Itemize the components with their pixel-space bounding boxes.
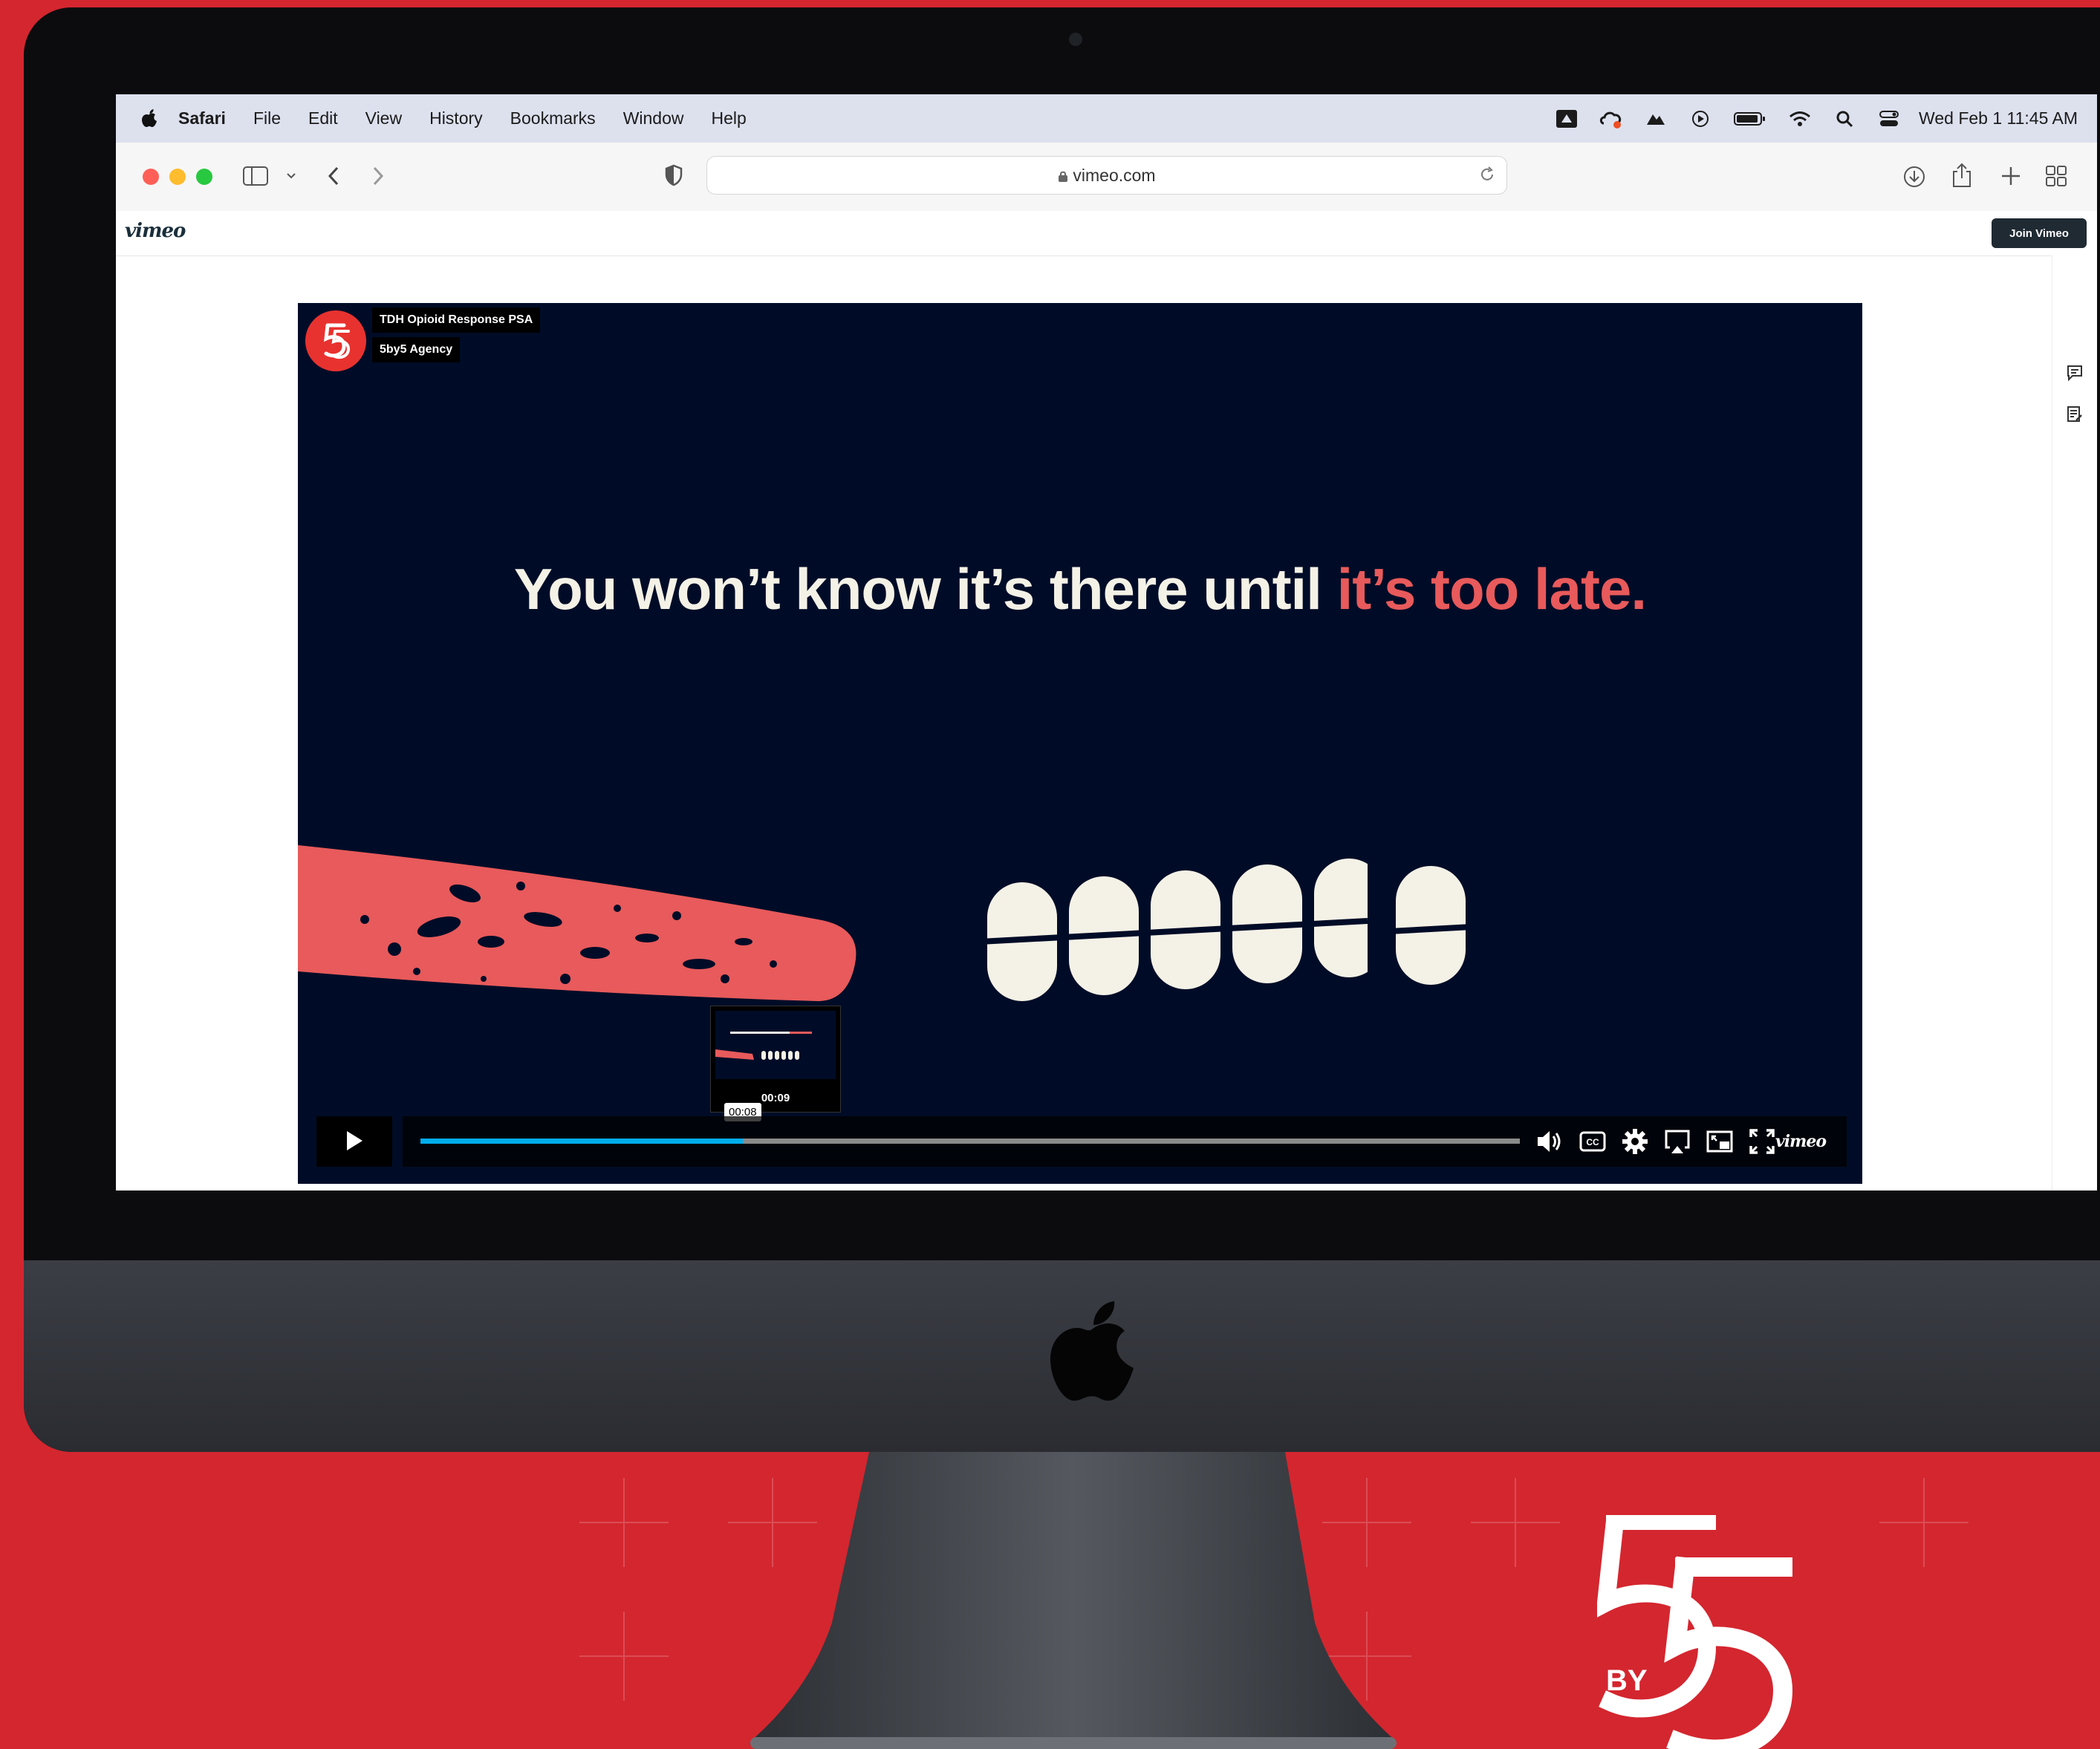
menu-app-safari[interactable]: Safari — [178, 108, 226, 128]
creative-cloud-icon[interactable] — [1599, 108, 1623, 129]
menu-history[interactable]: History — [429, 108, 483, 128]
fullscreen-icon[interactable] — [1747, 1127, 1777, 1156]
minimize-window-button[interactable] — [169, 169, 186, 185]
side-panel — [2052, 255, 2097, 1191]
settings-gear-icon[interactable] — [1620, 1127, 1650, 1156]
headline-main: You won’t know it’s there until — [513, 556, 1337, 622]
preview-thumbnail — [715, 1011, 836, 1079]
vimeo-logo[interactable]: vimeo — [125, 220, 186, 242]
5by5-logo: BY — [1597, 1515, 1793, 1749]
comment-icon[interactable] — [2066, 364, 2084, 382]
apple-menu-icon[interactable] — [141, 108, 157, 128]
imac-stand — [750, 1452, 1397, 1749]
drive-icon[interactable] — [1555, 108, 1579, 129]
airplay-icon[interactable] — [1662, 1127, 1692, 1156]
play-circle-icon[interactable] — [1688, 108, 1712, 129]
menu-file[interactable]: File — [253, 108, 281, 128]
headline-accent: it’s too late. — [1336, 556, 1647, 622]
background-pattern — [579, 1612, 669, 1701]
channel-avatar[interactable] — [305, 310, 366, 371]
reload-icon[interactable] — [1478, 166, 1496, 183]
back-button-icon[interactable] — [325, 165, 342, 187]
background-pattern — [1471, 1478, 1560, 1567]
downloads-icon[interactable] — [1902, 164, 1927, 189]
safari-toolbar: vimeo.com — [116, 143, 2097, 212]
vimeo-header: vimeo Join Vimeo — [116, 211, 2097, 256]
control-center-icon[interactable] — [1877, 108, 1901, 129]
close-window-button[interactable] — [143, 169, 159, 185]
screen: Safari File Edit View History Bookmarks … — [116, 94, 2097, 1191]
join-vimeo-button[interactable]: Join Vimeo — [1992, 218, 2087, 248]
menu-edit[interactable]: Edit — [308, 108, 338, 128]
preview-thumbnail-image — [715, 1032, 812, 1060]
scrub-preview: 00:09 — [710, 1006, 841, 1113]
channel-name[interactable]: 5by5 Agency — [372, 337, 461, 362]
progress-played — [420, 1139, 743, 1144]
brand-by: BY — [1606, 1664, 1648, 1697]
share-icon[interactable] — [1951, 162, 1973, 189]
forward-button-icon[interactable] — [370, 165, 386, 187]
battery-icon[interactable] — [1733, 108, 1767, 129]
pill-illustration-end — [1389, 866, 1472, 985]
menu-help[interactable]: Help — [712, 108, 747, 128]
address-bar[interactable]: vimeo.com — [706, 156, 1507, 195]
chevron-down-icon[interactable] — [285, 171, 297, 181]
wifi-icon[interactable] — [1788, 108, 1812, 129]
address-bar-content: vimeo.com — [707, 166, 1506, 186]
play-icon — [347, 1130, 363, 1150]
background-pattern — [1879, 1478, 1969, 1567]
svg-text:CC: CC — [1586, 1137, 1599, 1147]
video-player[interactable]: TDH Opioid Response PSA 5by5 Agency You … — [298, 303, 1862, 1184]
menu-datetime[interactable]: Wed Feb 1 11:45 AM — [1919, 108, 2078, 128]
background-pattern — [579, 1478, 669, 1567]
volume-icon[interactable] — [1535, 1127, 1564, 1156]
closed-captions-icon[interactable]: CC — [1578, 1127, 1607, 1156]
menu-bookmarks[interactable]: Bookmarks — [510, 108, 596, 128]
player-controls: CC vimeo — [316, 1116, 1847, 1167]
spotlight-search-icon[interactable] — [1833, 108, 1856, 129]
zoom-window-button[interactable] — [196, 169, 212, 185]
menu-window[interactable]: Window — [623, 108, 684, 128]
privacy-shield-icon[interactable] — [664, 164, 683, 186]
picture-in-picture-icon[interactable] — [1705, 1127, 1735, 1156]
pill-illustration — [298, 845, 1368, 1001]
sidebar-toggle-icon[interactable] — [242, 165, 269, 187]
play-button[interactable] — [316, 1116, 392, 1167]
vimeo-watermark[interactable]: vimeo — [1775, 1132, 1827, 1151]
apple-logo-icon — [1050, 1301, 1134, 1401]
cloud-sync-icon[interactable] — [1644, 108, 1668, 129]
video-headline: You won’t know it’s there until it’s too… — [298, 556, 1862, 623]
url-text: vimeo.com — [1073, 166, 1156, 185]
imac: Safari File Edit View History Bookmarks … — [24, 7, 2100, 1452]
lock-icon — [1059, 171, 1068, 182]
video-title[interactable]: TDH Opioid Response PSA — [372, 307, 541, 333]
notes-icon[interactable] — [2066, 406, 2084, 423]
camera — [1069, 33, 1082, 46]
menu-bar: Safari File Edit View History Bookmarks … — [116, 94, 2097, 143]
new-tab-icon[interactable] — [2000, 165, 2022, 187]
menu-view[interactable]: View — [365, 108, 402, 128]
progress-bar[interactable] — [420, 1139, 1520, 1144]
tab-overview-icon[interactable] — [2044, 164, 2068, 188]
